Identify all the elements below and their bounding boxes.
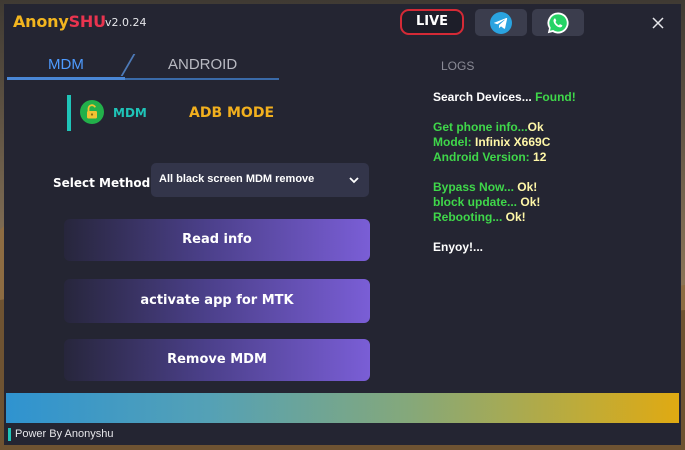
read-info-button[interactable]: Read info xyxy=(64,219,370,261)
mode-mdm[interactable]: MDM xyxy=(113,106,147,120)
status-text: Power By Anonyshu xyxy=(15,428,114,440)
lock-open-icon[interactable] xyxy=(80,100,104,124)
remove-mdm-button[interactable]: Remove MDM xyxy=(64,339,370,381)
mode-accent-bar xyxy=(67,95,71,131)
tab-mdm[interactable]: MDM xyxy=(48,56,84,78)
tab-divider xyxy=(120,54,136,76)
progress-gradient-bar xyxy=(6,393,679,423)
live-button[interactable]: LIVE xyxy=(400,9,464,35)
log-line: block update... Ok! xyxy=(433,195,541,209)
log-line: Rebooting... Ok! xyxy=(433,210,526,224)
title-bar: AnonySHU v2.0.24 LIVE xyxy=(4,4,681,40)
tab-android[interactable]: ANDROID xyxy=(168,56,237,78)
brand-primary: Anony xyxy=(13,12,69,31)
telegram-button[interactable] xyxy=(475,9,527,36)
chevron-down-icon xyxy=(349,177,359,184)
log-line: Bypass Now... Ok! xyxy=(433,180,538,194)
select-method-label: Select Method: xyxy=(53,176,156,190)
mode-adb[interactable]: ADB MODE xyxy=(189,105,274,121)
telegram-icon xyxy=(490,12,512,34)
logs-title: LOGS xyxy=(441,59,475,73)
log-line: Enyoy!... xyxy=(433,240,484,254)
log-line: Android Version: 12 xyxy=(433,150,547,164)
status-accent xyxy=(8,428,11,441)
close-icon[interactable] xyxy=(647,12,669,34)
app-brand: AnonySHU xyxy=(13,12,106,31)
method-select[interactable]: All black screen MDM remove xyxy=(151,163,369,197)
tab-active-indicator xyxy=(7,77,125,80)
whatsapp-icon xyxy=(547,12,569,34)
brand-secondary: SHU xyxy=(68,12,107,31)
log-line: Get phone info...Ok xyxy=(433,120,544,134)
activate-mtk-button[interactable]: activate app for MTK xyxy=(64,279,370,323)
status-bar: Power By Anonyshu xyxy=(4,423,681,445)
log-line: Model: Infinix X669C xyxy=(433,135,551,149)
app-window: AnonySHU v2.0.24 LIVE MDM ANDROID LOGS M… xyxy=(4,4,681,445)
log-line: Search Devices... Found! xyxy=(433,90,576,104)
whatsapp-button[interactable] xyxy=(532,9,584,36)
app-version: v2.0.24 xyxy=(105,16,147,29)
method-selected-value: All black screen MDM remove xyxy=(159,173,315,185)
